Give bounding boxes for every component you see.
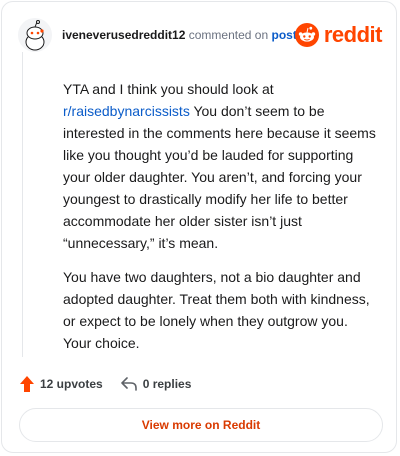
reddit-logo-text: reddit [323, 22, 383, 47]
upvote-arrow-icon [20, 376, 34, 392]
comment-paragraph-2: You have two daughters, not a bio daught… [63, 269, 370, 351]
upvotes-count: 12 upvotes [40, 377, 103, 391]
comment-header: iveneverusedreddit12 commented on post r… [18, 18, 383, 54]
reddit-avatar-icon [18, 18, 52, 52]
subreddit-link[interactable]: r/raisedbynarcissists [63, 103, 190, 119]
paragraph-1-rest: You don’t seem to be interested in the c… [63, 103, 376, 251]
author-username[interactable]: iveneverusedreddit12 [62, 28, 185, 42]
view-more-button[interactable]: View more on Reddit [19, 408, 383, 442]
comment-body: YTA and I think you should look at r/rai… [22, 52, 378, 357]
comment-footer: 12 upvotes 0 replies [20, 374, 209, 394]
paragraph-1-intro: YTA and I think you should look at [63, 81, 274, 97]
user-avatar[interactable] [18, 18, 52, 52]
reply-arrow-icon [120, 377, 137, 391]
reddit-logo[interactable]: reddit [294, 20, 383, 50]
comment-meta: iveneverusedreddit12 commented on post [62, 28, 297, 42]
embedded-comment-card: iveneverusedreddit12 commented on post r… [1, 1, 397, 453]
replies-count: 0 replies [142, 377, 192, 391]
upvotes-stat[interactable]: 12 upvotes [20, 376, 103, 392]
reddit-snoo-icon [294, 23, 319, 47]
comment-paragraph-1: YTA and I think you should look at r/rai… [63, 52, 378, 254]
replies-stat[interactable]: 0 replies [120, 377, 192, 391]
post-link[interactable]: post [271, 28, 296, 42]
action-text: commented on [188, 28, 269, 42]
